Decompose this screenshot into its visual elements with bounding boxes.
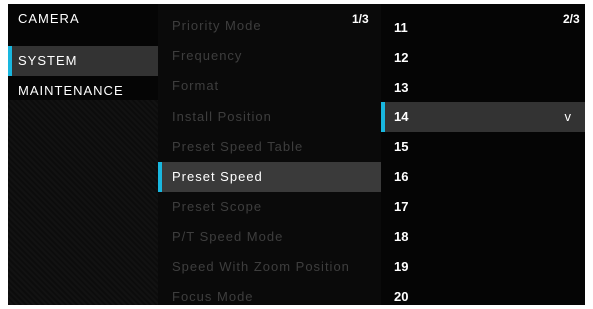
value-label: 20 [394, 289, 409, 304]
value-label: 18 [394, 229, 409, 244]
category-column: CAMERA SYSTEM MAINTENANCE [8, 4, 158, 305]
value-page-indicator: 2/3 [563, 12, 580, 26]
value-label: 13 [394, 80, 409, 95]
value-label: 14 [394, 109, 409, 124]
value-label: 12 [394, 50, 409, 65]
value-option[interactable]: 11 [381, 13, 585, 43]
value-label: 17 [394, 199, 409, 214]
value-option[interactable]: 13 [381, 73, 585, 103]
menu-item-preset-speed[interactable]: Preset Speed [158, 162, 381, 192]
system-menu-column: Priority Mode Frequency Format Install P… [158, 4, 381, 305]
menu-page-indicator: 1/3 [352, 12, 369, 26]
category-camera[interactable]: CAMERA [8, 4, 158, 34]
value-option[interactable]: 19 [381, 252, 585, 282]
value-option[interactable]: 18 [381, 222, 585, 252]
value-label: 16 [394, 169, 409, 184]
menu-screen: CAMERA SYSTEM MAINTENANCE Priority Mode … [8, 4, 585, 305]
value-label: 19 [394, 259, 409, 274]
category-maintenance[interactable]: MAINTENANCE [8, 76, 158, 106]
menu-item-install-position[interactable]: Install Position [158, 102, 381, 132]
menu-item-speed-with-zoom-position[interactable]: Speed With Zoom Position [158, 252, 381, 282]
menu-item-preset-scope[interactable]: Preset Scope [158, 192, 381, 222]
check-mark-icon: v [564, 109, 572, 124]
menu-item-preset-speed-table[interactable]: Preset Speed Table [158, 132, 381, 162]
value-label: 11 [394, 20, 408, 35]
value-list-column: 11 12 13 14 v 15 16 17 18 19 20 [381, 4, 585, 305]
value-option[interactable]: 15 [381, 132, 585, 162]
value-option[interactable]: 16 [381, 162, 585, 192]
menu-item-priority-mode[interactable]: Priority Mode [158, 11, 381, 41]
menu-item-focus-mode[interactable]: Focus Mode [158, 282, 381, 305]
value-option-selected[interactable]: 14 v [381, 102, 585, 132]
value-label: 15 [394, 139, 409, 154]
value-option[interactable]: 20 [381, 282, 585, 305]
menu-item-format[interactable]: Format [158, 71, 381, 101]
menu-item-pt-speed-mode[interactable]: P/T Speed Mode [158, 222, 381, 252]
menu-item-frequency[interactable]: Frequency [158, 41, 381, 71]
category-system[interactable]: SYSTEM [8, 46, 158, 76]
value-option[interactable]: 17 [381, 192, 585, 222]
value-option[interactable]: 12 [381, 43, 585, 73]
